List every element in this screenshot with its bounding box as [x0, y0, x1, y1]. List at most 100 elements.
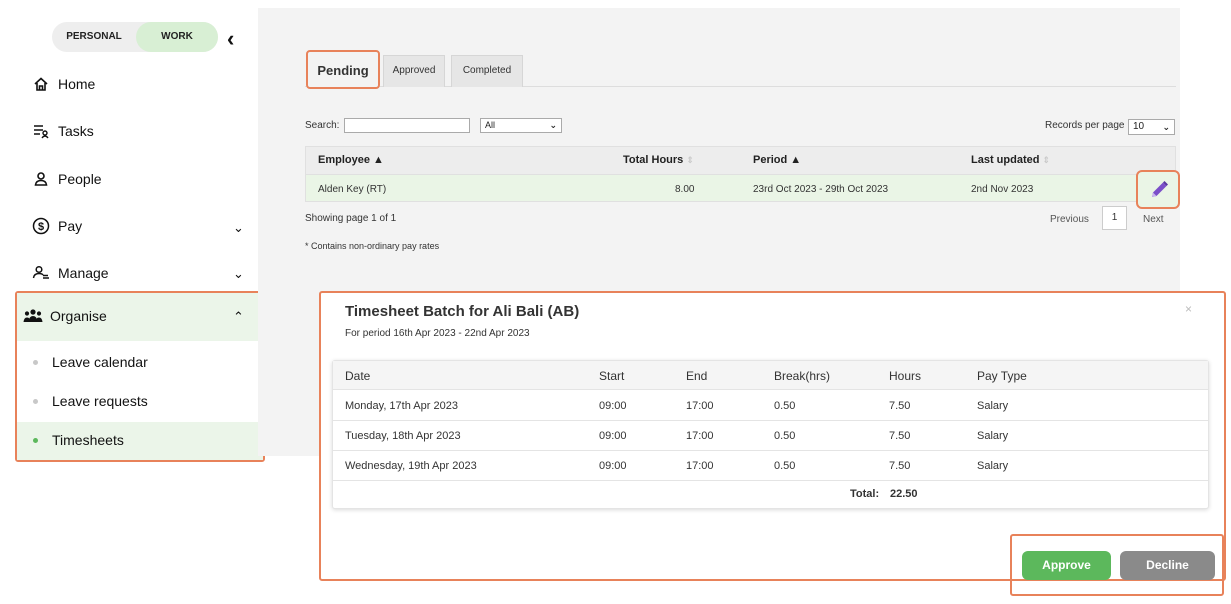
tab-pending[interactable]: Pending	[306, 50, 380, 89]
sidebar-item-tasks[interactable]: Tasks	[30, 120, 94, 142]
col-pay-type: Pay Type	[977, 369, 1027, 383]
cell-period: 23rd Oct 2023 - 29th Oct 2023	[753, 184, 889, 195]
collapse-sidebar-icon[interactable]: ‹	[227, 26, 234, 52]
sidebar-item-people[interactable]: People	[30, 168, 102, 190]
cell-employee: Alden Key (RT)	[318, 184, 387, 195]
bullet-dot-active	[33, 438, 38, 443]
chevron-down-icon: ⌄	[549, 120, 557, 130]
sidebar-item-label: People	[58, 171, 102, 187]
cell-date: Tuesday, 18th Apr 2023	[345, 430, 461, 442]
sort-icon: ⇕	[1042, 155, 1051, 165]
pencil-icon	[1152, 181, 1168, 197]
modal-title: Timesheet Batch for Ali Bali (AB)	[345, 303, 580, 320]
personal-work-toggle[interactable]: PERSONAL WORK	[52, 22, 218, 52]
cell-end: 17:00	[686, 430, 714, 442]
sort-asc-icon: ▲	[373, 154, 384, 166]
cell-start: 09:00	[599, 400, 627, 412]
cell-break: 0.50	[774, 400, 796, 412]
cell-start: 09:00	[599, 430, 627, 442]
col-period[interactable]: Period ▲	[753, 154, 801, 166]
cell-date: Wednesday, 19th Apr 2023	[345, 460, 477, 472]
table-row[interactable]	[305, 175, 1176, 202]
sidebar-item-pay[interactable]: $ Pay	[30, 215, 82, 237]
sort-icon: ⇕	[686, 155, 694, 165]
previous-link[interactable]: Previous	[1050, 214, 1089, 225]
col-period-label: Period	[753, 154, 788, 166]
person-icon	[30, 168, 52, 190]
sidebar-subitem-timesheets[interactable]: Timesheets	[52, 432, 124, 448]
close-icon[interactable]: ×	[1185, 302, 1192, 316]
chevron-up-icon[interactable]: ⌃	[233, 309, 244, 325]
sidebar-item-manage[interactable]: Manage	[30, 262, 109, 284]
bullet-dot	[33, 360, 38, 365]
edit-button[interactable]	[1136, 170, 1180, 209]
showing-page-text: Showing page 1 of 1	[305, 213, 397, 224]
next-link[interactable]: Next	[1143, 214, 1164, 225]
sidebar-subitem-leave-calendar[interactable]: Leave calendar	[52, 354, 148, 370]
col-date: Date	[345, 369, 371, 383]
toggle-work[interactable]: WORK	[136, 22, 218, 52]
bullet-dot	[33, 399, 38, 404]
records-per-page-select[interactable]: 10 ⌄	[1128, 119, 1175, 135]
sidebar-item-home[interactable]: Home	[30, 73, 95, 95]
footnote-text: * Contains non-ordinary pay rates	[305, 241, 440, 251]
timesheet-table-header	[333, 361, 1208, 390]
cell-break: 0.50	[774, 430, 796, 442]
cell-start: 09:00	[599, 460, 627, 472]
col-last-updated-label: Last updated	[971, 154, 1040, 166]
cell-hours: 7.50	[889, 460, 911, 472]
cell-break: 0.50	[774, 460, 796, 472]
tab-approved[interactable]: Approved	[383, 55, 445, 87]
group-icon	[22, 305, 44, 327]
col-last-updated[interactable]: Last updated ⇕	[971, 154, 1050, 166]
cell-hours: 7.50	[889, 430, 911, 442]
col-start: Start	[599, 369, 625, 383]
col-employee[interactable]: Employee ▲	[318, 154, 384, 166]
col-employee-label: Employee	[318, 154, 370, 166]
chevron-down-icon[interactable]: ⌄	[233, 266, 244, 282]
row-divider	[333, 420, 1208, 421]
manage-icon	[30, 262, 52, 284]
row-divider	[333, 480, 1208, 481]
toggle-personal[interactable]: PERSONAL	[52, 22, 136, 52]
tab-completed[interactable]: Completed	[451, 55, 523, 87]
decline-button[interactable]: Decline	[1120, 551, 1215, 580]
cell-hours: 8.00	[675, 184, 695, 195]
chevron-down-icon: ⌄	[1162, 122, 1170, 132]
total-label: Total:	[850, 488, 880, 500]
status-filter-select[interactable]: All ⌄	[480, 118, 562, 133]
col-hours: Hours	[889, 369, 922, 383]
total-value: 22.50	[890, 488, 918, 500]
records-per-page-label: Records per page	[1045, 120, 1125, 131]
approve-button[interactable]: Approve	[1022, 551, 1111, 580]
cell-date: Monday, 17th Apr 2023	[345, 400, 458, 412]
cell-hours: 7.50	[889, 400, 911, 412]
col-total-hours-label: Total Hours	[623, 154, 684, 166]
cell-pay-type: Salary	[977, 430, 1009, 442]
search-label: Search:	[305, 120, 340, 131]
sidebar-subitem-leave-requests[interactable]: Leave requests	[52, 393, 148, 409]
svg-text:$: $	[38, 221, 44, 233]
filter-value: All	[485, 120, 496, 130]
cell-pay-type: Salary	[977, 400, 1009, 412]
organise-header[interactable]: Organise	[22, 305, 107, 327]
search-input[interactable]	[344, 118, 470, 133]
cell-end: 17:00	[686, 400, 714, 412]
records-value: 10	[1133, 121, 1145, 132]
sidebar-item-label: Tasks	[58, 123, 94, 139]
row-divider	[333, 450, 1208, 451]
sidebar-item-label: Home	[58, 76, 96, 92]
sort-asc-icon: ▲	[790, 154, 802, 166]
col-end: End	[686, 369, 708, 383]
sidebar-item-label: Pay	[58, 218, 83, 234]
cell-end: 17:00	[686, 460, 714, 472]
col-total-hours[interactable]: Total Hours ⇕	[623, 154, 694, 166]
chevron-down-icon[interactable]: ⌄	[233, 220, 244, 236]
col-break: Break(hrs)	[774, 369, 831, 383]
dollar-icon: $	[30, 215, 52, 237]
cell-updated: 2nd Nov 2023	[971, 184, 1034, 195]
cell-pay-type: Salary	[977, 460, 1009, 472]
sidebar-item-label: Manage	[58, 265, 109, 281]
page-1-button[interactable]: 1	[1102, 206, 1127, 230]
tasks-icon	[30, 120, 52, 142]
